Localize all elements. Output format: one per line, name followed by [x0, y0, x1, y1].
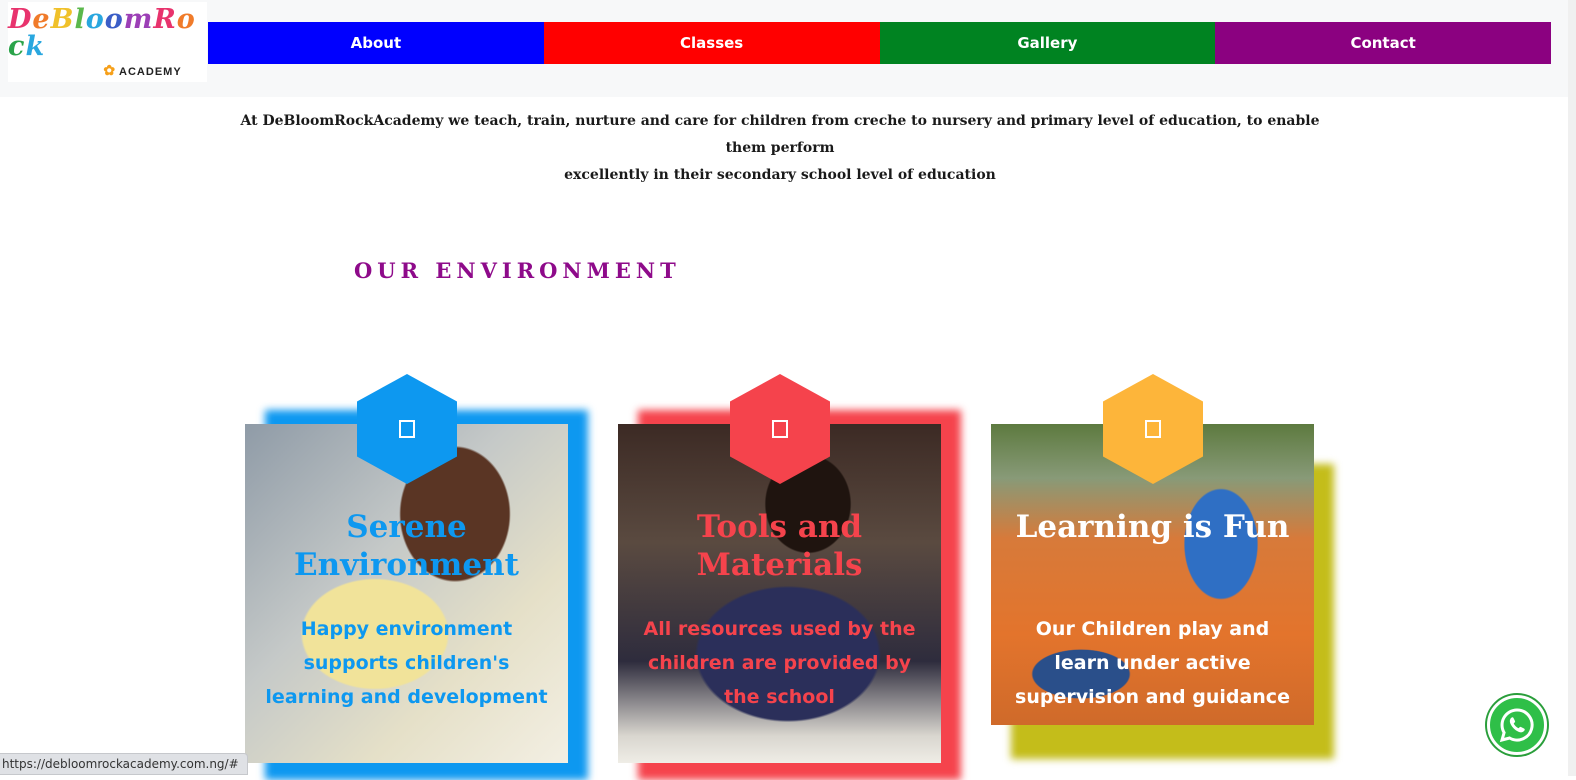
intro-line-1: At DeBloomRockAcademy we teach, train, n…: [240, 113, 1320, 156]
card-text: Happy environment supports children's le…: [265, 618, 548, 708]
section-title: OUR ENVIRONMENT: [354, 258, 681, 283]
nav-gallery[interactable]: Gallery: [879, 22, 1216, 64]
nav-contact[interactable]: Contact: [1215, 22, 1551, 64]
scrollbar[interactable]: [1568, 0, 1576, 776]
nav-about[interactable]: About: [208, 22, 544, 64]
nav-classes[interactable]: Classes: [543, 22, 880, 64]
intro-line-2: excellently in their secondary school le…: [564, 167, 996, 183]
status-bar-url: https://debloomrockacademy.com.ng/#: [0, 753, 248, 775]
card-text: Our Children play and learn under active…: [1015, 618, 1290, 708]
card-text: All resources used by the children are p…: [643, 618, 916, 708]
card-tools-and-materials: Tools and Materials All resources used b…: [618, 374, 963, 780]
site-header: DeBloomRock ✿ ACADEMY About Classes Galle…: [0, 0, 1568, 97]
whatsapp-icon: [1499, 708, 1534, 743]
card-title: Learning is Fun: [1015, 509, 1290, 545]
logo-subtitle: ✿ ACADEMY: [103, 61, 182, 78]
intro-text: At DeBloomRockAcademy we teach, train, n…: [240, 108, 1320, 189]
logo-wordmark: DeBloomRock: [8, 3, 196, 62]
site-logo[interactable]: DeBloomRock ✿ ACADEMY: [8, 2, 207, 82]
card-title: Tools and Materials: [696, 509, 863, 583]
card-title: Serene Environment: [294, 509, 519, 583]
card-serene-environment: Serene Environment Happy environment sup…: [245, 374, 590, 780]
flower-icon: ✿: [103, 61, 117, 78]
whatsapp-button[interactable]: [1487, 695, 1547, 755]
main-nav: About Classes Gallery Contact: [208, 22, 1551, 64]
card-learning-is-fun: Learning is Fun Our Children play and le…: [991, 374, 1336, 776]
